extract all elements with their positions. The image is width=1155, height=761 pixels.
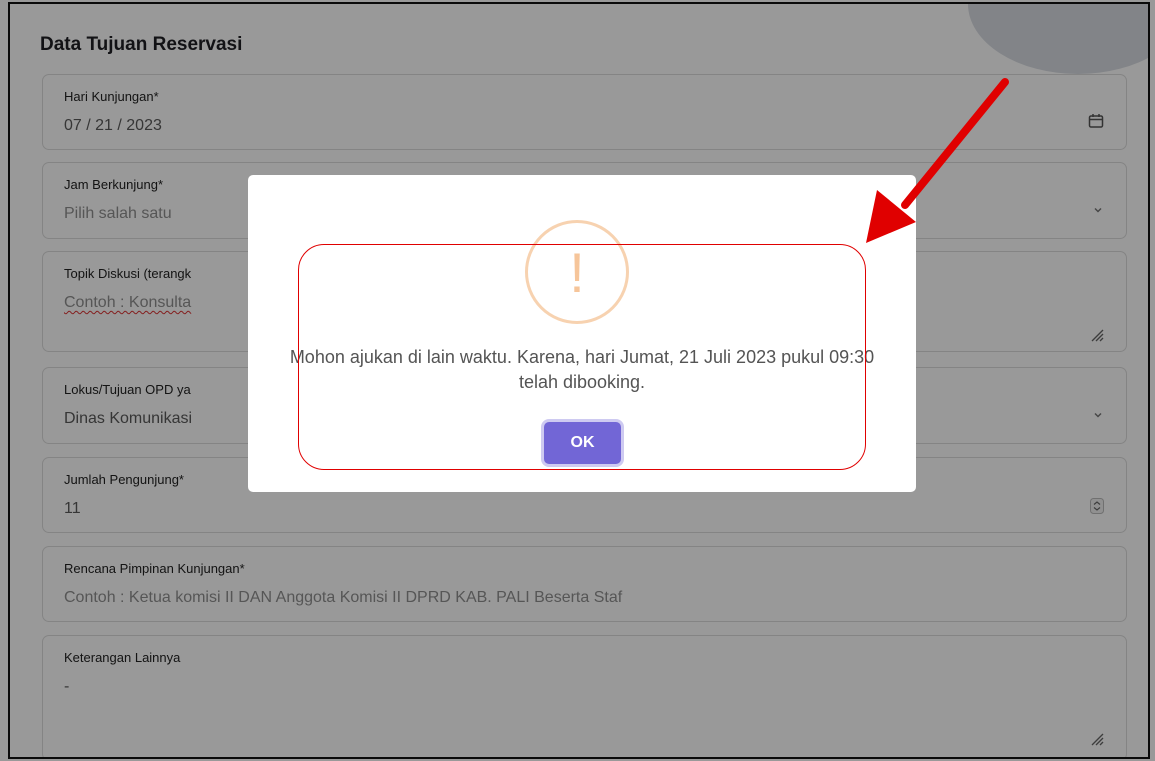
annotation-arrow-icon <box>866 78 1009 243</box>
